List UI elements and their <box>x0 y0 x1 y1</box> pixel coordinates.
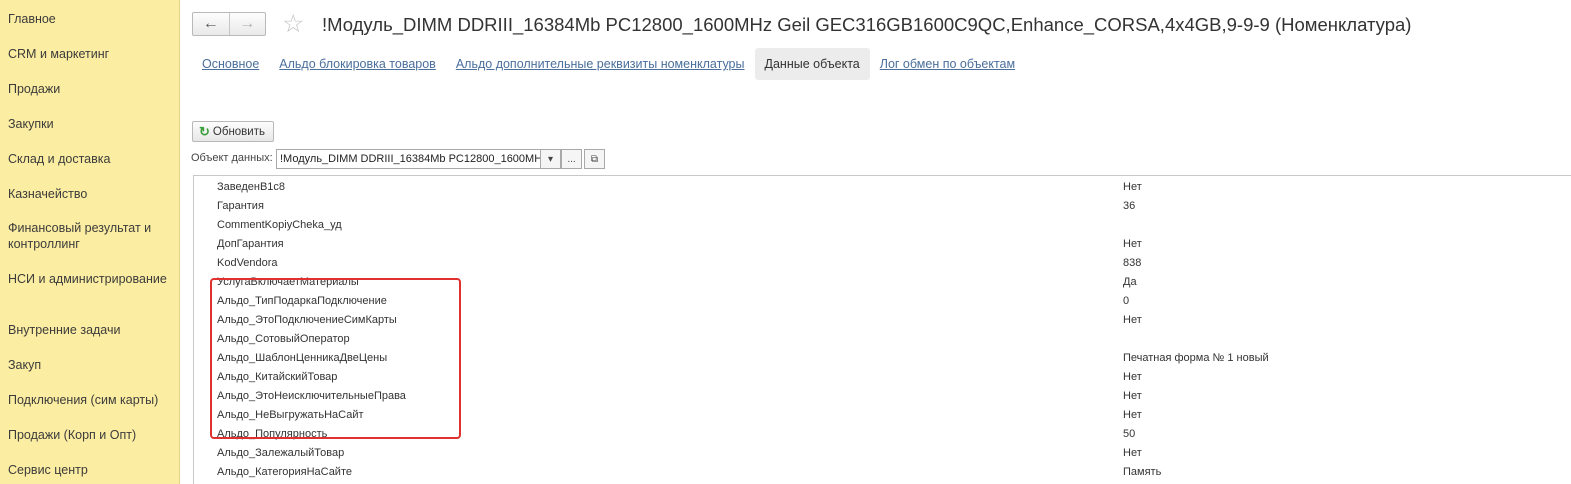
nav-buttons: ← → <box>192 12 266 36</box>
table-row[interactable]: Альдо_ЗалежалыйТовар Нет <box>194 444 1571 463</box>
table-row[interactable]: ЗаведенВ1с8 Нет <box>194 178 1571 197</box>
row-value: 50 <box>1123 428 1136 440</box>
refresh-label: Обновить <box>212 125 265 138</box>
refresh-button[interactable]: ↻ Обновить <box>192 121 274 142</box>
highlight-annotation-box <box>210 278 461 439</box>
row-value: Нет <box>1123 390 1142 402</box>
table-row[interactable]: ДопГарантия Нет <box>194 235 1571 254</box>
row-value: Да <box>1123 276 1137 288</box>
sidebar-item-sales[interactable]: Продажи <box>8 81 173 97</box>
row-name: KodVendora <box>217 257 278 269</box>
table-row[interactable]: KodVendora 838 <box>194 254 1571 273</box>
sidebar-item-financial[interactable]: Финансовый результат и контроллинг <box>8 220 173 252</box>
refresh-icon: ↻ <box>199 123 210 139</box>
row-value: 0 <box>1123 295 1130 307</box>
sidebar-item-nsi[interactable]: НСИ и администрирование <box>8 271 173 287</box>
arrow-right-icon[interactable]: → <box>228 13 266 35</box>
row-name: ДопГарантия <box>217 238 284 250</box>
page-title: !Модуль_DIMM DDRIII_16384Mb PC12800_1600… <box>322 14 1412 35</box>
object-label: Объект данных: <box>191 152 273 164</box>
tab-aldo-blocking[interactable]: Альдо блокировка товаров <box>269 48 446 80</box>
star-icon[interactable]: ☆ <box>282 10 304 38</box>
row-name: Альдо_ЗалежалыйТовар <box>217 447 345 459</box>
table-row[interactable]: CommentKopiyCheka_уд <box>194 216 1571 235</box>
ellipsis-button[interactable]: ... <box>561 149 582 169</box>
row-value: Нет <box>1123 238 1142 250</box>
sidebar-item-service[interactable]: Сервис центр <box>8 462 173 478</box>
sidebar-item-warehouse[interactable]: Склад и доставка <box>8 151 173 167</box>
row-value: Нет <box>1123 447 1142 459</box>
row-value: 838 <box>1123 257 1142 269</box>
arrow-left-icon[interactable]: ← <box>193 13 229 35</box>
sidebar-item-crm[interactable]: CRM и маркетинг <box>8 46 173 62</box>
chevron-down-icon[interactable]: ▾ <box>540 149 561 169</box>
sidebar-item-treasury[interactable]: Казначейство <box>8 186 173 202</box>
sidebar-item-main[interactable]: Главное <box>8 11 173 27</box>
row-value: Память <box>1123 466 1162 478</box>
sidebar-item-purchases[interactable]: Закупки <box>8 116 173 132</box>
sidebar-item-zakup[interactable]: Закуп <box>8 357 173 373</box>
row-value: Печатная форма № 1 новый <box>1123 352 1269 364</box>
sidebar: Главное CRM и маркетинг Продажи Закупки … <box>0 0 180 484</box>
row-value: Нет <box>1123 314 1142 326</box>
row-value: Нет <box>1123 181 1142 193</box>
row-name: Гарантия <box>217 200 264 212</box>
sidebar-item-sim[interactable]: Подключения (сим карты) <box>8 392 173 408</box>
sidebar-item-corp-sales[interactable]: Продажи (Корп и Опт) <box>8 427 173 443</box>
row-value: 36 <box>1123 200 1136 212</box>
open-icon[interactable]: ⧉ <box>584 149 605 169</box>
tab-main[interactable]: Основное <box>192 48 269 80</box>
row-name: Альдо_КатегорияНаСайте <box>217 466 352 478</box>
tab-aldo-extra[interactable]: Альдо дополнительные реквизиты номенклат… <box>446 48 755 80</box>
table-row[interactable]: Гарантия 36 <box>194 197 1571 216</box>
object-input[interactable]: !Модуль_DIMM DDRIII_16384Mb PC12800_1600… <box>276 149 541 169</box>
row-name: CommentKopiyCheka_уд <box>217 219 342 231</box>
sidebar-item-internal-tasks[interactable]: Внутренние задачи <box>8 322 173 338</box>
tab-exchange-log[interactable]: Лог обмен по объектам <box>870 48 1025 80</box>
row-name: ЗаведенВ1с8 <box>217 181 286 193</box>
tab-object-data[interactable]: Данные объекта <box>754 48 870 80</box>
table-row[interactable]: Альдо_КатегорияНаСайте Память <box>194 463 1571 482</box>
row-value: Нет <box>1123 409 1142 421</box>
row-value: Нет <box>1123 371 1142 383</box>
tab-bar: Основное Альдо блокировка товаров Альдо … <box>192 48 1025 80</box>
